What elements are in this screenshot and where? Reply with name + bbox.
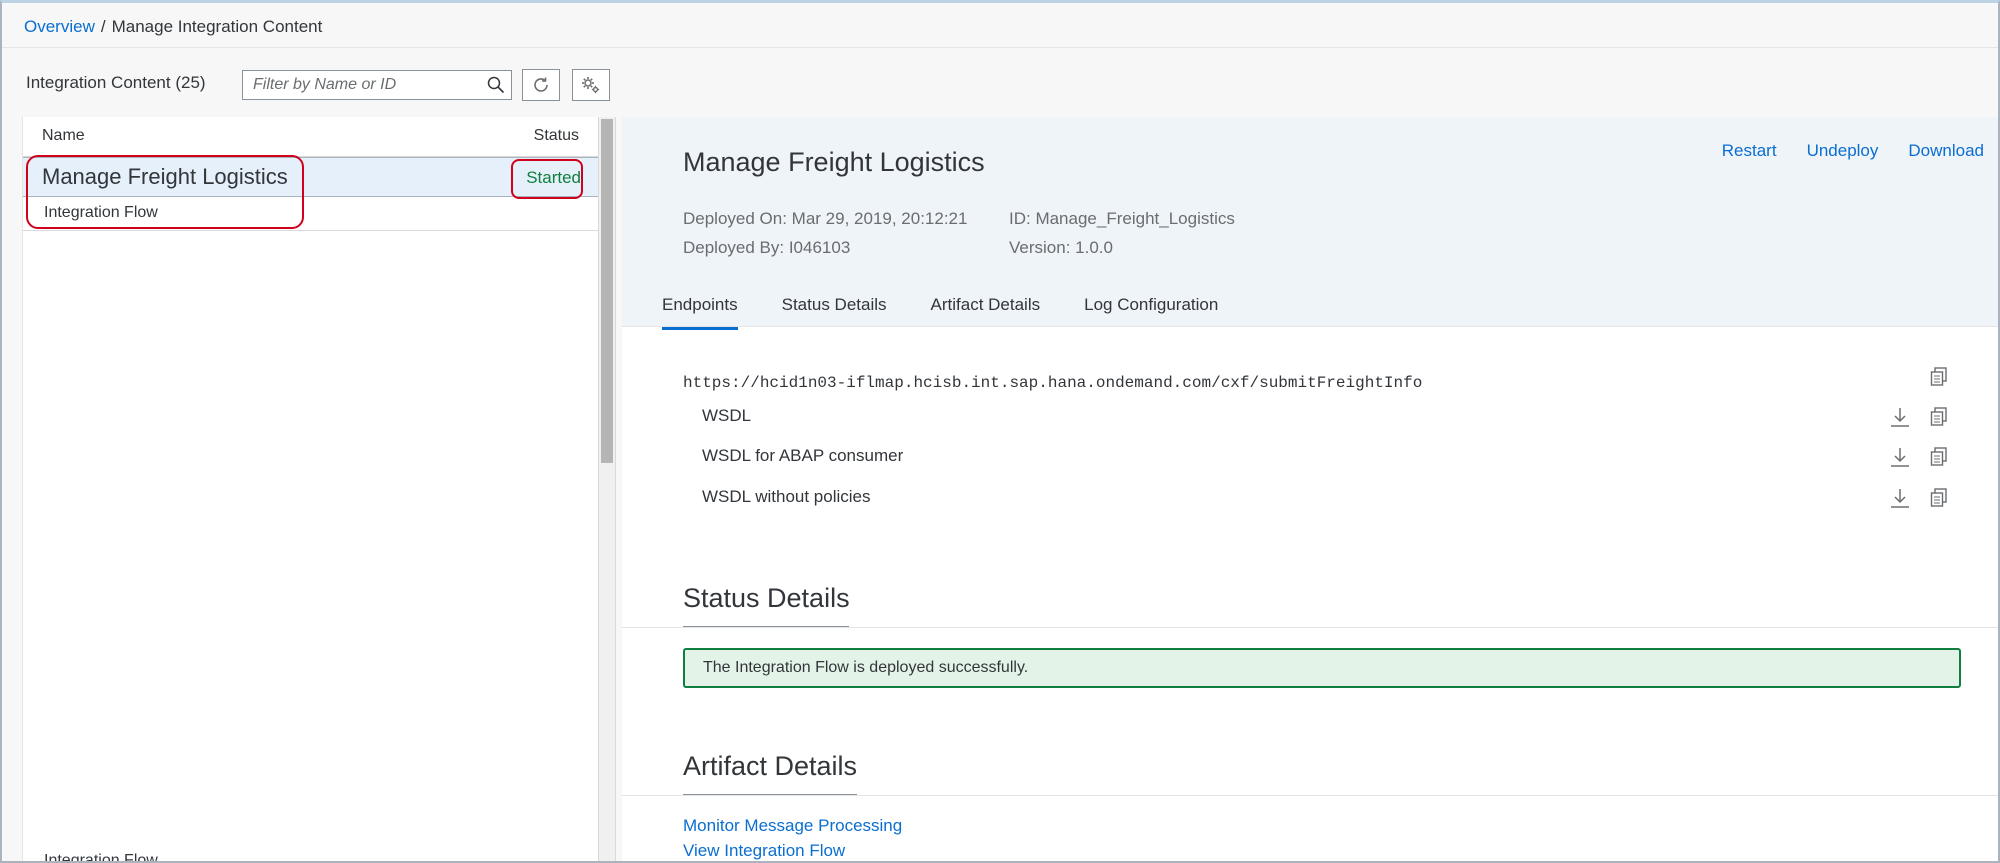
- copy-icon[interactable]: [1927, 486, 1951, 510]
- download-button[interactable]: Download: [1908, 141, 1984, 161]
- integration-content-count: Integration Content (25): [26, 73, 206, 92]
- list-scrollbar[interactable]: [598, 117, 616, 861]
- section-divider: [622, 627, 1998, 628]
- list-item-title: Manage Freight Logistics: [42, 164, 288, 189]
- tab-endpoints[interactable]: Endpoints: [662, 295, 738, 330]
- wsdl-no-policies-link[interactable]: WSDL without policies: [702, 487, 871, 507]
- copy-icon[interactable]: [1927, 365, 1951, 389]
- breadcrumb-separator: /: [100, 17, 106, 36]
- list-item-type-row[interactable]: Integration Flow: [23, 197, 599, 231]
- monitor-message-processing-link[interactable]: Monitor Message Processing: [683, 816, 902, 836]
- breadcrumb: Overview / Manage Integration Content: [24, 15, 322, 39]
- refresh-button[interactable]: [522, 69, 560, 101]
- list-item[interactable]: Manage Freight Logistics Started: [23, 157, 599, 197]
- header-divider: [2, 47, 1998, 48]
- breadcrumb-overview-link[interactable]: Overview: [24, 15, 95, 39]
- wsdl-abap-link[interactable]: WSDL for ABAP consumer: [702, 446, 903, 466]
- view-integration-flow-link[interactable]: View Integration Flow: [683, 841, 845, 861]
- list-header: Name Status: [23, 117, 599, 157]
- integration-content-list: Name Status Manage Freight Logistics Sta…: [22, 117, 599, 861]
- scrollbar-thumb[interactable]: [601, 119, 613, 463]
- artifact-version: Version: 1.0.0: [1009, 238, 1113, 257]
- gear-icon: [582, 77, 600, 94]
- tab-bar: Endpoints Status Details Artifact Detail…: [662, 295, 1218, 330]
- search-field: [242, 70, 512, 100]
- detail-panel: Manage Freight Logistics Restart Undeplo…: [622, 117, 1998, 861]
- download-icon[interactable]: [1888, 405, 1912, 429]
- object-header: Manage Freight Logistics Restart Undeplo…: [622, 117, 1998, 330]
- header-actions: Restart Undeploy Download: [1722, 141, 1984, 161]
- artifact-details-heading: Artifact Details: [683, 751, 858, 781]
- search-input[interactable]: [243, 71, 481, 99]
- copy-icon[interactable]: [1927, 445, 1951, 469]
- settings-button[interactable]: [572, 69, 610, 101]
- download-icon[interactable]: [1888, 445, 1912, 469]
- copy-icon[interactable]: [1927, 405, 1951, 429]
- success-message-strip: The Integration Flow is deployed success…: [683, 648, 1961, 688]
- section-divider: [622, 795, 1998, 796]
- restart-button[interactable]: Restart: [1722, 141, 1777, 161]
- tab-status-details[interactable]: Status Details: [782, 295, 887, 327]
- endpoint-url: https://hcid1n03-iflmap.hcisb.int.sap.ha…: [683, 374, 1423, 392]
- partial-list-item-type[interactable]: Integration Flow: [44, 852, 158, 861]
- tab-artifact-details[interactable]: Artifact Details: [931, 295, 1041, 327]
- undeploy-button[interactable]: Undeploy: [1807, 141, 1879, 161]
- breadcrumb-current: Manage Integration Content: [111, 17, 323, 36]
- wsdl-link[interactable]: WSDL: [702, 406, 751, 426]
- status-details-heading: Status Details: [683, 583, 850, 613]
- search-icon[interactable]: [481, 71, 511, 99]
- artifact-id: ID: Manage_Freight_Logistics: [1009, 209, 1235, 228]
- column-header-status[interactable]: Status: [534, 127, 579, 145]
- status-badge: Started: [526, 168, 581, 187]
- object-title: Manage Freight Logistics: [683, 147, 985, 177]
- deployed-on: Deployed On: Mar 29, 2019, 20:12:21: [683, 209, 968, 228]
- list-item-type: Integration Flow: [44, 204, 158, 221]
- refresh-icon: [534, 77, 548, 92]
- app-frame: Overview / Manage Integration Content In…: [0, 0, 2000, 863]
- column-header-name[interactable]: Name: [42, 127, 85, 145]
- download-icon[interactable]: [1888, 486, 1912, 510]
- deployed-by: Deployed By: I046103: [683, 238, 851, 257]
- tab-log-configuration[interactable]: Log Configuration: [1084, 295, 1218, 327]
